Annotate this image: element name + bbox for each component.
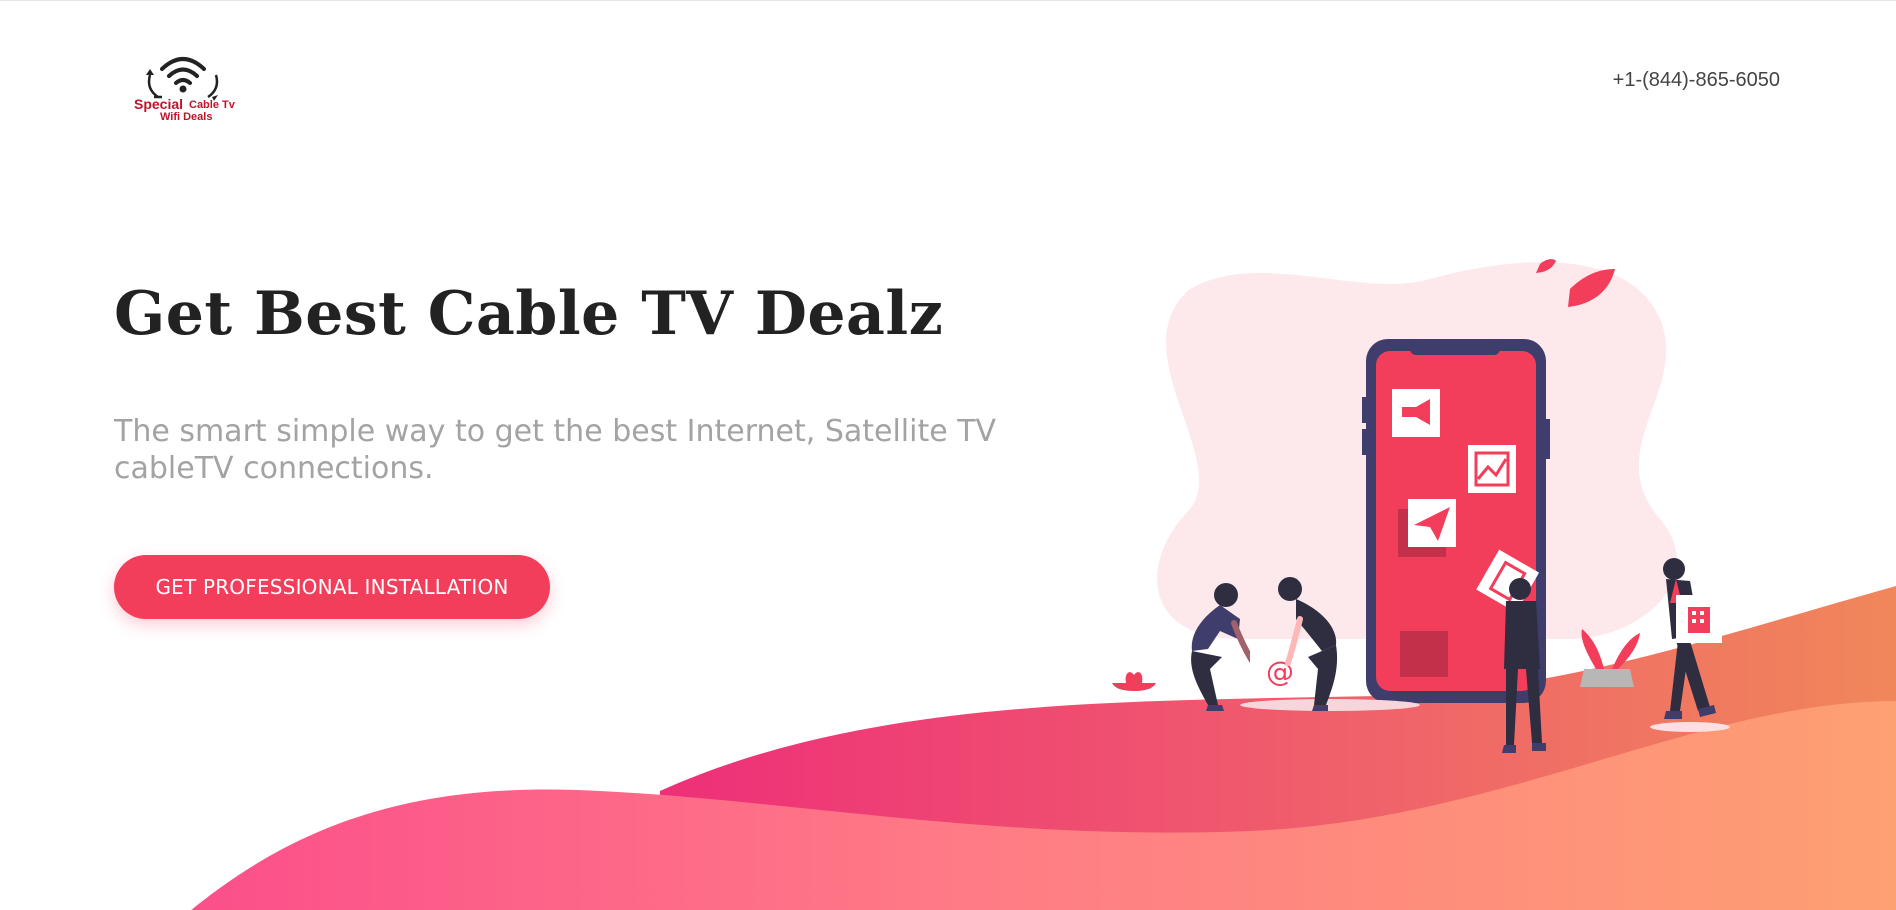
- phone-number-link[interactable]: +1-(844)-865-6050: [1613, 69, 1780, 92]
- hero-subtitle: The smart simple way to get the best Int…: [114, 414, 997, 486]
- hero-title: Get Best Cable TV Dealz: [114, 279, 944, 349]
- brand-line-1: Special: [134, 96, 184, 112]
- brand-line-3: Wifi Deals: [160, 111, 213, 123]
- brand-line-2: Cable Tv: [189, 99, 235, 111]
- building-icon: [1676, 595, 1722, 643]
- get-installation-button[interactable]: GET PROFESSIONAL INSTALLATION: [114, 555, 550, 619]
- megaphone-icon: [1392, 389, 1440, 437]
- phone-illustration: @: [1112, 259, 1730, 753]
- brand-logo[interactable]: Special Cable Tv Wifi Deals: [128, 45, 248, 133]
- chart-icon: [1468, 445, 1516, 493]
